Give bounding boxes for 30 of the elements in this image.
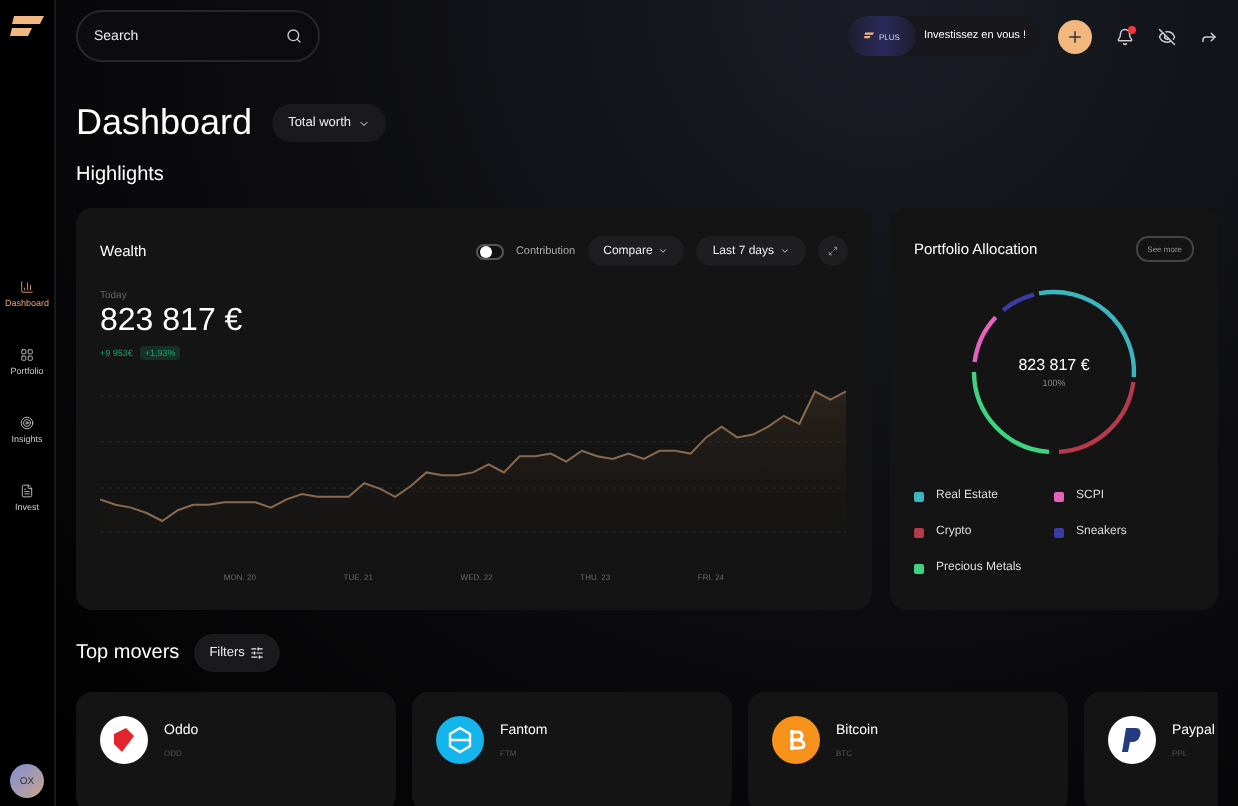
bitcoin-icon [772,715,820,764]
logo-icon [864,32,875,40]
grid-icon [19,348,34,362]
logo-icon [436,715,484,764]
page-title: Dashboard [76,102,253,144]
target-icon [19,416,34,430]
section-title: Top movers [76,641,180,664]
notification-button[interactable] [1116,27,1134,45]
chevron-down-icon [357,117,369,129]
document-icon [19,484,34,498]
chevron-down-icon [780,246,790,256]
add-button[interactable] [1058,19,1092,53]
bar-chart-icon [19,280,34,294]
wealth-value: 823 817 € [100,304,245,340]
plus-icon [1066,27,1084,45]
logo-icon [1108,715,1156,764]
logo-icon [10,16,44,40]
sliders-icon [250,645,265,660]
chevron-down-icon [658,246,669,256]
search-icon [286,28,302,44]
share-button[interactable] [1200,27,1218,45]
contribution-toggle[interactable] [475,243,504,259]
expand-icon [828,246,838,256]
eye-off-icon [1158,27,1176,45]
hide-button[interactable] [1158,27,1176,45]
share-icon [1200,27,1218,45]
total-value: 823 817 € [1018,356,1090,374]
section-title: Highlights [76,164,166,186]
bell-icon [1116,27,1134,45]
logo-icon [100,715,148,764]
